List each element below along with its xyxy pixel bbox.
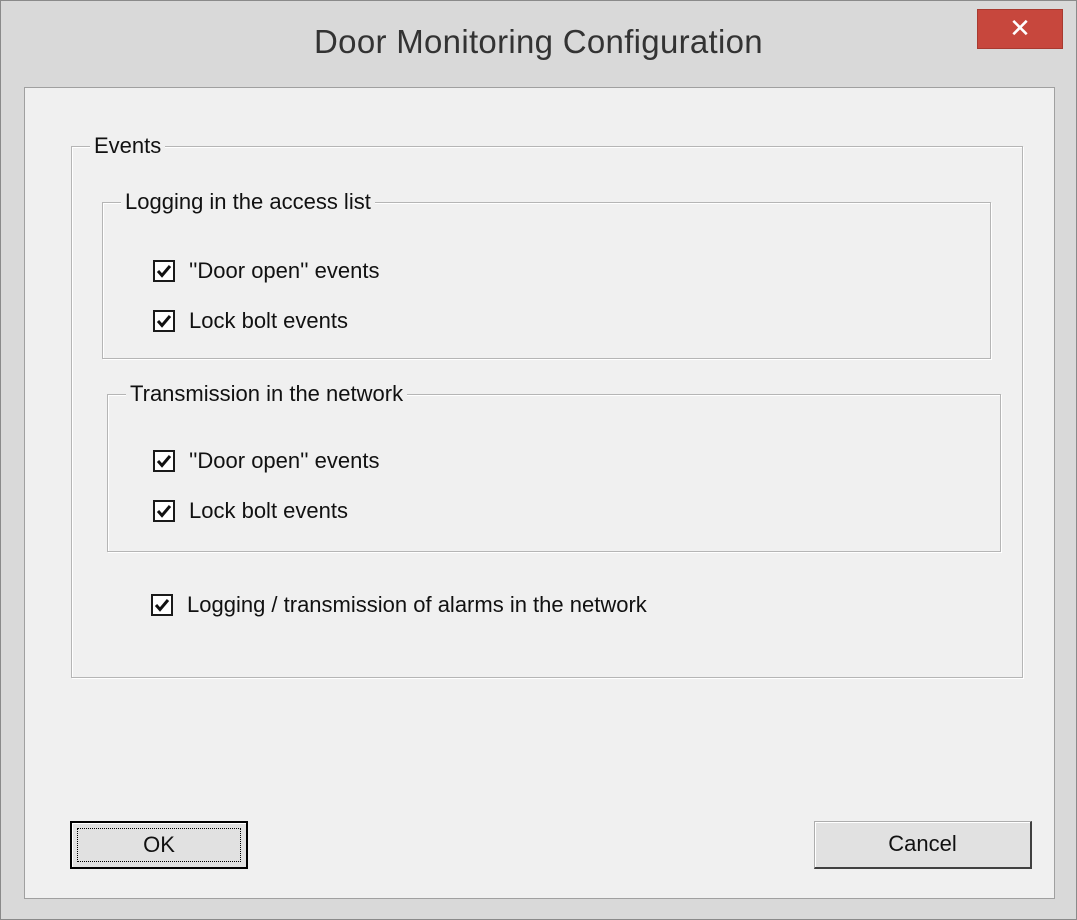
logging-door-open-label: ''Door open'' events: [189, 258, 380, 283]
checkmark-icon: [154, 599, 170, 612]
logging-lock-bolt-label: Lock bolt events: [189, 308, 348, 333]
logging-lock-bolt-checkbox[interactable]: [153, 310, 175, 332]
transmission-lock-bolt-checkbox-row[interactable]: Lock bolt events: [153, 496, 348, 526]
logging-groupbox: Logging in the access list ''Door open''…: [102, 188, 991, 359]
checkmark-icon: [156, 455, 172, 468]
transmission-door-open-label: ''Door open'' events: [189, 448, 380, 473]
logging-door-open-checkbox[interactable]: [153, 260, 175, 282]
transmission-door-open-checkbox-row[interactable]: ''Door open'' events: [153, 446, 379, 476]
alarms-label: Logging / transmission of alarms in the …: [187, 592, 647, 617]
window-title: Door Monitoring Configuration: [314, 23, 763, 60]
focus-rectangle: [77, 828, 241, 862]
logging-group-label: Logging in the access list: [121, 188, 375, 216]
close-button[interactable]: ✕: [977, 9, 1063, 49]
cancel-button[interactable]: Cancel: [814, 821, 1032, 869]
transmission-group-label: Transmission in the network: [126, 380, 408, 408]
transmission-door-open-checkbox[interactable]: [153, 450, 175, 472]
transmission-lock-bolt-label: Lock bolt events: [189, 498, 348, 523]
dialog-client-area: Events Logging in the access list ''Door…: [24, 87, 1055, 899]
alarms-checkbox-row[interactable]: Logging / transmission of alarms in the …: [151, 590, 647, 620]
close-icon: ✕: [1009, 13, 1031, 43]
checkmark-icon: [156, 505, 172, 518]
checkmark-icon: [156, 265, 172, 278]
dialog-window: Door Monitoring Configuration ✕ Events L…: [0, 0, 1077, 920]
events-group-label: Events: [90, 132, 166, 160]
checkmark-icon: [156, 315, 172, 328]
alarms-checkbox[interactable]: [151, 594, 173, 616]
transmission-lock-bolt-checkbox[interactable]: [153, 500, 175, 522]
logging-door-open-checkbox-row[interactable]: ''Door open'' events: [153, 256, 379, 286]
ok-button[interactable]: OK: [70, 821, 248, 869]
events-groupbox: Events Logging in the access list ''Door…: [71, 132, 1023, 678]
title-bar[interactable]: Door Monitoring Configuration ✕: [1, 1, 1076, 87]
logging-lock-bolt-checkbox-row[interactable]: Lock bolt events: [153, 306, 348, 336]
transmission-groupbox: Transmission in the network ''Door open'…: [107, 380, 1001, 552]
cancel-button-label: Cancel: [888, 831, 957, 856]
